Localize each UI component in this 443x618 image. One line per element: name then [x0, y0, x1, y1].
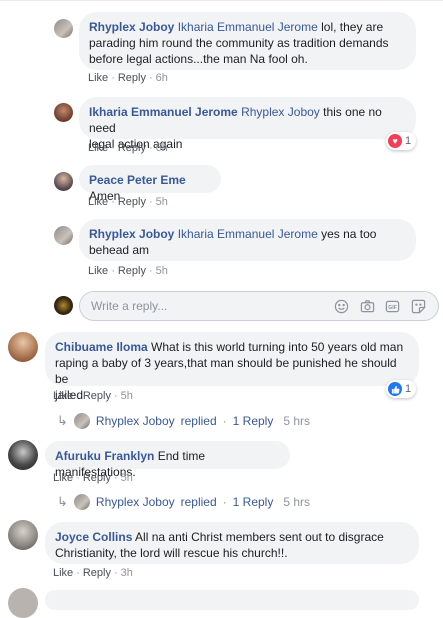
replies-summary[interactable]: ↳ Rhyplex Joboy replied · 1 Reply 5 hrs: [57, 494, 310, 510]
avatar[interactable]: [54, 103, 73, 122]
avatar[interactable]: [8, 440, 38, 470]
comment-text: before legal actions...the man Na fool o…: [89, 52, 308, 66]
comment-actions: Like · Reply · 6h: [88, 142, 168, 154]
comment-mention[interactable]: Ikharia Emmanuel Jerome: [178, 227, 318, 241]
comment-bubble: Rhyplex Joboy Ikharia Emmanuel Jerome ye…: [79, 219, 416, 261]
gif-icon[interactable]: GIF: [385, 299, 400, 314]
like-link[interactable]: Like: [53, 472, 73, 484]
reply-link[interactable]: Reply: [118, 142, 146, 154]
reply-verb: replied: [180, 495, 217, 509]
like-link[interactable]: Like: [53, 567, 73, 579]
comment-text: All na anti Christ members sent out to d…: [132, 530, 384, 544]
comment-mention[interactable]: Rhyplex Joboy: [241, 105, 320, 119]
reaction-badge[interactable]: 1: [386, 380, 417, 398]
comment-bubble: [45, 590, 419, 610]
comment-text: raping a baby of 3 years,that man should…: [55, 356, 397, 386]
comment-bubble: Peace Peter Eme Amen: [79, 165, 221, 203]
comment-actions: Like · Reply · 5h: [88, 265, 168, 277]
reply-count: 1 Reply: [232, 495, 274, 509]
comment-text: yes na too: [317, 227, 377, 241]
reply-input[interactable]: [89, 298, 313, 314]
comment-author[interactable]: Chibuame Iloma: [55, 340, 148, 354]
reply-link[interactable]: Reply: [83, 472, 111, 484]
comment-bubble: Joyce Collins All na anti Christ members…: [45, 522, 419, 564]
comment-text: Christianity, the lord will rescue his c…: [55, 546, 288, 560]
comment-timestamp[interactable]: 5h: [121, 390, 133, 402]
avatar[interactable]: [8, 520, 38, 550]
comment-bubble: Afuruku Franklyn End time manifestations…: [45, 441, 290, 479]
comment-bubble: Ikharia Emmanuel Jerome Rhyplex Joboy th…: [79, 97, 416, 151]
emoji-icon[interactable]: [334, 299, 349, 314]
like-reaction-icon: [388, 382, 402, 396]
reply-link[interactable]: Reply: [118, 265, 146, 277]
avatar: [73, 494, 90, 510]
thumbs-up-glyph: [391, 385, 399, 394]
reply-link[interactable]: Reply: [83, 390, 111, 402]
comment-author[interactable]: Rhyplex Joboy: [89, 227, 174, 241]
reply-author: Rhyplex Joboy: [95, 495, 175, 509]
reaction-count: 1: [405, 135, 412, 147]
reply-link[interactable]: Reply: [118, 72, 146, 84]
like-link[interactable]: Like: [88, 142, 108, 154]
comment-text: parading him round the community as trad…: [89, 36, 389, 50]
reaction-badge[interactable]: ♥ 1: [386, 132, 417, 150]
reply-link[interactable]: Reply: [118, 196, 146, 208]
love-reaction-icon: ♥: [388, 134, 402, 148]
comment-actions: Like · Reply · 5h: [88, 196, 168, 208]
comment-timestamp[interactable]: 6h: [156, 142, 168, 154]
comment-text: lol, they are: [317, 20, 384, 34]
reaction-count: 1: [405, 383, 412, 395]
comment-timestamp[interactable]: 6h: [156, 72, 168, 84]
comment-author[interactable]: Afuruku Franklyn: [55, 449, 154, 463]
replies-summary[interactable]: ↳ Rhyplex Joboy replied · 1 Reply 5 hrs: [57, 413, 310, 429]
comment-actions: Like · Reply · 5h: [53, 472, 133, 484]
comment-timestamp[interactable]: 5h: [156, 265, 168, 277]
comment-author[interactable]: Peace Peter Eme: [89, 173, 186, 187]
reply-time: 5 hrs: [283, 495, 311, 509]
reply-arrow-icon: ↳: [57, 494, 68, 509]
comment-actions: Like · Reply · 5h: [53, 390, 133, 402]
reply-composer: GIF: [79, 291, 439, 321]
reply-arrow-icon: ↳: [57, 413, 68, 428]
reply-time: 5 hrs: [283, 414, 311, 428]
comment-author[interactable]: Ikharia Emmanuel Jerome: [89, 105, 238, 119]
svg-text:GIF: GIF: [388, 305, 397, 311]
comment-timestamp[interactable]: 5h: [121, 472, 133, 484]
sticker-icon[interactable]: [411, 299, 426, 314]
current-user-avatar: [54, 296, 73, 315]
comment-timestamp[interactable]: 3h: [121, 567, 133, 579]
top-divider: [0, 0, 443, 1]
comment-author[interactable]: Rhyplex Joboy: [89, 20, 174, 34]
reply-count: 1 Reply: [232, 414, 274, 428]
reply-author: Rhyplex Joboy: [95, 414, 175, 428]
comment-text: behead am: [89, 243, 150, 257]
avatar[interactable]: [54, 19, 73, 38]
like-link[interactable]: Like: [88, 196, 108, 208]
comment-mention[interactable]: Ikharia Emmanuel Jerome: [178, 20, 318, 34]
camera-icon[interactable]: [360, 299, 375, 314]
like-link[interactable]: Like: [88, 72, 108, 84]
avatar[interactable]: [54, 172, 73, 191]
avatar: [73, 413, 90, 429]
comment-timestamp[interactable]: 5h: [156, 196, 168, 208]
comment-bubble: Rhyplex Joboy Ikharia Emmanuel Jerome lo…: [79, 12, 416, 70]
comment-bubble: Chibuame Iloma What is this world turnin…: [45, 332, 419, 402]
avatar[interactable]: [54, 226, 73, 245]
comment-author[interactable]: Joyce Collins: [55, 530, 132, 544]
like-link[interactable]: Like: [88, 265, 108, 277]
reply-link[interactable]: Reply: [83, 567, 111, 579]
comment-text: What is this world turning into 50 years…: [147, 340, 404, 354]
reply-dot: ·: [222, 414, 227, 428]
like-link[interactable]: Like: [53, 390, 73, 402]
reply-dot: ·: [222, 495, 227, 509]
comment-actions: Like · Reply · 6h: [88, 72, 168, 84]
avatar[interactable]: [8, 332, 38, 362]
comment-actions: Like · Reply · 3h: [53, 567, 133, 579]
reply-verb: replied: [180, 414, 217, 428]
